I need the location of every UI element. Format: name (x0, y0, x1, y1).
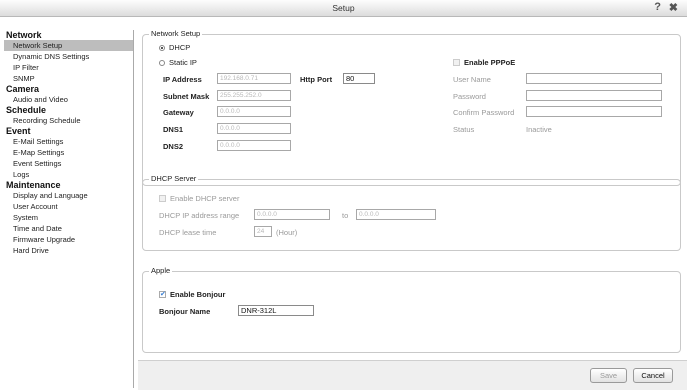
dns1-label: DNS1 (163, 125, 184, 134)
dhcp-lease-field[interactable]: 24 (254, 226, 272, 237)
sidebar-nav: Network Network Setup Dynamic DNS Settings… (4, 30, 134, 388)
sidebar-category-maintenance: Maintenance (6, 180, 61, 190)
network-setup-group: Network Setup DHCP Static IP IP Address … (142, 29, 681, 186)
sidebar-item-system[interactable]: System (4, 212, 133, 223)
ip-address-field[interactable]: 192.168.0.71 (217, 73, 291, 84)
subnet-mask-label: Subnet Mask (163, 92, 210, 101)
sidebar-item-recording-schedule[interactable]: Recording Schedule (4, 115, 133, 126)
sidebar-item-user-account[interactable]: User Account (4, 201, 133, 212)
apple-group: Apple ✔ Enable Bonjour Bonjour Name DNR-… (142, 266, 681, 353)
enable-bonjour-label: Enable Bonjour (170, 290, 226, 299)
confirm-password-label: Confirm Password (453, 108, 515, 117)
status-value: Inactive (526, 125, 552, 134)
help-icon[interactable]: ? (654, 1, 661, 13)
sidebar-item-event-settings[interactable]: Event Settings (4, 158, 133, 169)
sidebar-item-time-and-date[interactable]: Time and Date (4, 223, 133, 234)
user-name-label: User Name (453, 75, 491, 84)
http-port-field[interactable]: 80 (343, 73, 375, 84)
sidebar-item-e-mail-settings[interactable]: E-Mail Settings (4, 136, 133, 147)
dns1-field[interactable]: 0.0.0.0 (217, 123, 291, 134)
enable-pppoe-checkbox[interactable] (453, 59, 460, 66)
sidebar-item-ip-filter[interactable]: IP Filter (4, 62, 133, 73)
sidebar-category-camera: Camera (6, 84, 40, 94)
sidebar-category-network: Network (6, 30, 42, 40)
apple-legend: Apple (149, 266, 173, 275)
bonjour-name-label: Bonjour Name (159, 307, 211, 316)
bonjour-name-field[interactable]: DNR-312L (238, 305, 314, 316)
dhcp-label: DHCP (169, 43, 191, 52)
password-field[interactable] (526, 90, 662, 101)
sidebar-item-e-map-settings[interactable]: E-Map Settings (4, 147, 133, 158)
sidebar-category-event: Event (6, 126, 31, 136)
dns2-field[interactable]: 0.0.0.0 (217, 140, 291, 151)
dhcp-range-label: DHCP IP address range (159, 211, 240, 220)
status-label: Status (453, 125, 475, 134)
gateway-label: Gateway (163, 108, 194, 117)
sidebar-category-schedule: Schedule (6, 105, 47, 115)
dhcp-lease-unit: (Hour) (276, 228, 298, 237)
dhcp-server-group: DHCP Server Enable DHCP server DHCP IP a… (142, 174, 681, 251)
dhcp-range-start-field[interactable]: 0.0.0.0 (254, 209, 330, 220)
footer-bar: Save Cancel (138, 360, 687, 390)
sidebar-item-dynamic-dns-settings[interactable]: Dynamic DNS Settings (4, 51, 133, 62)
sidebar-item-network-setup[interactable]: Network Setup (4, 40, 133, 51)
password-label: Password (453, 92, 486, 101)
sidebar-item-firmware-upgrade[interactable]: Firmware Upgrade (4, 234, 133, 245)
sidebar-item-hard-drive[interactable]: Hard Drive (4, 245, 133, 256)
dns2-label: DNS2 (163, 142, 184, 151)
dhcp-range-to-label: to (342, 211, 349, 220)
network-setup-legend: Network Setup (149, 29, 203, 38)
dhcp-radio[interactable] (159, 45, 165, 51)
enable-dhcp-server-checkbox[interactable] (159, 195, 166, 202)
user-name-field[interactable] (526, 73, 662, 84)
static-ip-radio[interactable] (159, 60, 165, 66)
dhcp-range-end-field[interactable]: 0.0.0.0 (356, 209, 436, 220)
dhcp-server-legend: DHCP Server (149, 174, 199, 183)
static-ip-label: Static IP (169, 58, 197, 67)
enable-pppoe-label: Enable PPPoE (464, 58, 516, 67)
confirm-password-field[interactable] (526, 106, 662, 117)
sidebar-item-logs[interactable]: Logs (4, 169, 133, 180)
subnet-mask-field[interactable]: 255.255.252.0 (217, 90, 291, 101)
sidebar-item-audio-and-video[interactable]: Audio and Video (4, 94, 133, 105)
http-port-label: Http Port (300, 75, 333, 84)
close-icon[interactable]: ✖ (669, 1, 678, 14)
save-button[interactable]: Save (590, 368, 627, 383)
gateway-field[interactable]: 0.0.0.0 (217, 106, 291, 117)
main-content: Network Setup DHCP Static IP IP Address … (138, 18, 685, 360)
sidebar-item-snmp[interactable]: SNMP (4, 73, 133, 84)
ip-address-label: IP Address (163, 75, 202, 84)
cancel-button[interactable]: Cancel (633, 368, 673, 383)
dhcp-lease-label: DHCP lease time (159, 228, 217, 237)
enable-bonjour-checkbox[interactable]: ✔ (159, 291, 166, 298)
enable-dhcp-server-label: Enable DHCP server (170, 194, 240, 203)
window-title: Setup (332, 3, 355, 13)
title-bar: Setup ? ✖ (0, 0, 687, 17)
sidebar-item-display-and-language[interactable]: Display and Language (4, 190, 133, 201)
